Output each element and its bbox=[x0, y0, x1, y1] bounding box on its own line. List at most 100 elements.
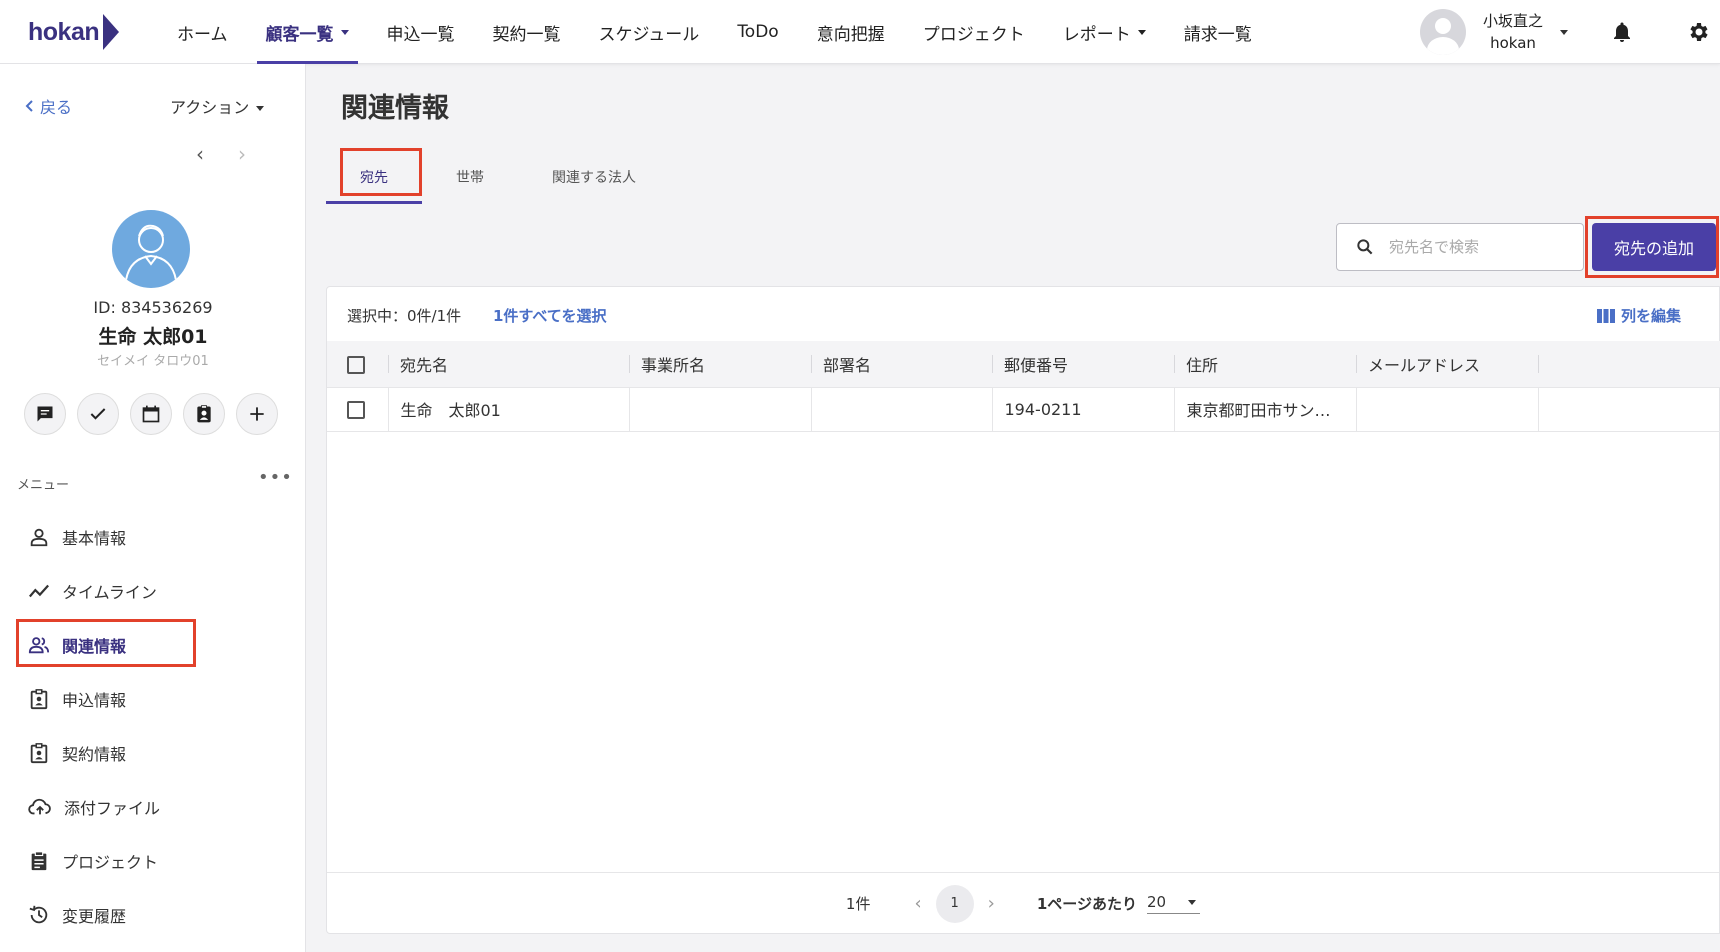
gear-icon[interactable] bbox=[1686, 20, 1710, 44]
logo-chevron-icon bbox=[103, 14, 120, 50]
previous-customer-icon[interactable]: ‹ bbox=[196, 142, 204, 166]
result-count: 1件 bbox=[845, 895, 871, 913]
sidebar-item-label: 申込情報 bbox=[62, 691, 127, 710]
tab-related-corporations[interactable]: 関連する法人 bbox=[518, 150, 670, 204]
tab-label: 世帯 bbox=[456, 170, 484, 186]
user-menu[interactable]: 小坂直之 hokan bbox=[1420, 8, 1568, 56]
nav-reports[interactable]: レポート bbox=[1044, 0, 1165, 64]
menu-label: メニュー bbox=[17, 478, 70, 493]
edit-columns-label: 列を編集 bbox=[1621, 307, 1682, 325]
next-customer-icon[interactable]: › bbox=[238, 142, 246, 166]
column-header[interactable]: 事業所名 bbox=[629, 341, 811, 387]
bell-icon[interactable] bbox=[1610, 20, 1634, 44]
per-page-select[interactable]: 20 bbox=[1147, 893, 1201, 914]
search-input[interactable] bbox=[1389, 238, 1559, 256]
row-checkbox-cell bbox=[327, 386, 388, 432]
nav-projects[interactable]: プロジェクト bbox=[904, 0, 1044, 64]
logo-text: hokan bbox=[28, 17, 100, 46]
select-all-link[interactable]: 1件すべてを選択 bbox=[493, 305, 607, 326]
columns-icon bbox=[1597, 308, 1615, 323]
customer-id: ID: 834536269 bbox=[93, 298, 213, 317]
message-icon bbox=[37, 406, 53, 422]
badge-icon bbox=[30, 689, 48, 710]
sidebar-item-timeline[interactable]: タイムライン bbox=[0, 564, 306, 618]
nav-contracts-label: 契約一覧 bbox=[492, 24, 561, 45]
table-cell: 194-0211 bbox=[991, 386, 1174, 432]
main-nav: ホーム 顧客一覧 申込一覧 契約一覧 スケジュール ToDo 意向把握 プロジェ… bbox=[158, 0, 1271, 64]
column-header[interactable]: 住所 bbox=[1174, 341, 1356, 387]
nav-projects-label: プロジェクト bbox=[922, 24, 1025, 45]
table-cell: 東京都町田市サン… bbox=[1173, 386, 1356, 432]
nav-home[interactable]: ホーム bbox=[158, 0, 247, 64]
sidebar-item-history[interactable]: 変更履歴 bbox=[0, 888, 306, 942]
sidebar-item-label: 添付ファイル bbox=[64, 799, 161, 818]
add-button[interactable] bbox=[236, 393, 278, 435]
sidebar-item-label: 基本情報 bbox=[62, 529, 127, 548]
sidebar-item-label: 変更履歴 bbox=[62, 907, 127, 926]
badge-icon bbox=[30, 743, 48, 764]
people-icon bbox=[28, 637, 50, 654]
row-checkbox[interactable] bbox=[347, 400, 365, 419]
sidebar-item-application-info[interactable]: 申込情報 bbox=[0, 672, 306, 726]
customer-avatar bbox=[112, 210, 190, 288]
action-dropdown[interactable]: アクション bbox=[170, 94, 265, 118]
page-number-button[interactable]: 1 bbox=[935, 884, 974, 923]
next-page-icon[interactable]: › bbox=[988, 893, 995, 914]
more-icon[interactable]: ••• bbox=[258, 467, 293, 488]
user-name: 小坂直之 bbox=[1482, 12, 1543, 30]
hokan-logo[interactable]: hokan bbox=[28, 12, 121, 52]
column-header[interactable]: 宛先名 bbox=[388, 341, 629, 387]
tab-addresses[interactable]: 宛先 bbox=[326, 150, 422, 204]
sidebar-item-basic-info[interactable]: 基本情報 bbox=[0, 510, 306, 564]
sidebar-item-attachments[interactable]: 添付ファイル bbox=[0, 780, 306, 834]
sidebar-item-label: 関連情報 bbox=[62, 637, 127, 656]
table-header-row: 宛先名 事業所名 部署名 郵便番号 住所 メールアドレス bbox=[327, 341, 1720, 387]
prev-page-icon[interactable]: ‹ bbox=[914, 893, 921, 914]
nav-schedule[interactable]: スケジュール bbox=[580, 0, 719, 64]
nav-billing[interactable]: 請求一覧 bbox=[1165, 0, 1271, 64]
message-button[interactable] bbox=[24, 393, 66, 435]
per-page-label: 1ページあたり bbox=[1036, 895, 1137, 913]
chevron-down-icon bbox=[340, 29, 349, 35]
column-header[interactable]: 郵便番号 bbox=[992, 341, 1174, 387]
select-all-checkbox[interactable] bbox=[347, 355, 365, 374]
timeline-icon bbox=[28, 584, 49, 598]
column-header-filler bbox=[1538, 341, 1720, 387]
nav-schedule-label: スケジュール bbox=[598, 24, 700, 45]
person-icon bbox=[30, 528, 48, 547]
sidebar-item-contract-info[interactable]: 契約情報 bbox=[0, 726, 306, 780]
column-header[interactable]: メールアドレス bbox=[1356, 341, 1538, 387]
nav-billing-label: 請求一覧 bbox=[1183, 24, 1252, 45]
sidebar-item-projects[interactable]: プロジェクト bbox=[0, 834, 306, 888]
address-search bbox=[1336, 223, 1584, 271]
nav-home-label: ホーム bbox=[177, 24, 228, 45]
tab-label: 関連する法人 bbox=[552, 170, 636, 186]
user-info: 小坂直之 hokan bbox=[1476, 10, 1550, 54]
nav-customers[interactable]: 顧客一覧 bbox=[247, 0, 368, 64]
customer-name: 生命 太郎01 bbox=[98, 326, 208, 348]
avatar bbox=[1420, 9, 1466, 55]
column-header[interactable]: 部署名 bbox=[811, 341, 992, 387]
header-checkbox-cell bbox=[327, 341, 388, 387]
sidebar-item-related-info[interactable]: 関連情報 bbox=[0, 618, 306, 672]
todo-button[interactable] bbox=[77, 393, 119, 435]
edit-columns-button[interactable]: 列を編集 bbox=[1597, 305, 1681, 326]
chevron-down-icon bbox=[256, 106, 265, 111]
chevron-down-icon bbox=[1560, 29, 1568, 35]
add-address-button[interactable]: 宛先の追加 bbox=[1592, 223, 1716, 271]
action-label: アクション bbox=[170, 98, 250, 117]
contact-button[interactable] bbox=[183, 393, 225, 435]
tab-household[interactable]: 世帯 bbox=[422, 150, 518, 204]
nav-applications[interactable]: 申込一覧 bbox=[368, 0, 474, 64]
table-row[interactable]: 生命 太郎01 194-0211 東京都町田市サン… bbox=[327, 386, 1720, 432]
nav-contracts[interactable]: 契約一覧 bbox=[474, 0, 580, 64]
pagination: 1件 ‹ 1 › 1ページあたり 20 bbox=[327, 872, 1719, 934]
chevron-down-icon bbox=[1188, 899, 1197, 905]
nav-todo[interactable]: ToDo bbox=[718, 0, 797, 64]
addresses-table: 宛先名 事業所名 部署名 郵便番号 住所 メールアドレス 生命 太郎01 194… bbox=[327, 341, 1720, 432]
nav-intent[interactable]: 意向把握 bbox=[798, 0, 904, 64]
back-link[interactable]: 戻る bbox=[24, 94, 72, 118]
selection-status: 選択中：0件/1件 bbox=[347, 307, 462, 325]
quick-actions bbox=[24, 393, 278, 435]
schedule-button[interactable] bbox=[130, 393, 172, 435]
